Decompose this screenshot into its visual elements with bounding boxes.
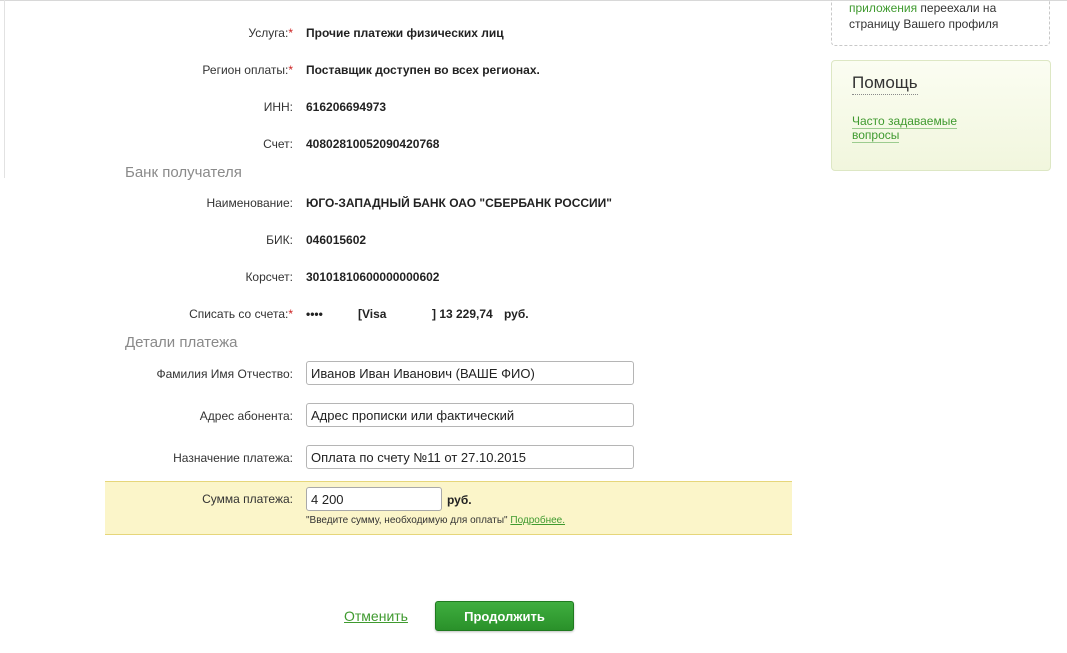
amount-hint: "Введите сумму, необходимую для оплаты" … <box>306 515 566 526</box>
cancel-link[interactable]: Отменить <box>344 608 408 624</box>
fio-label: Фамилия Имя Отчество: <box>156 367 294 381</box>
details-section-title: Детали платежа <box>125 334 238 351</box>
debit-account-label: Списать со счета:* <box>189 307 293 321</box>
continue-button[interactable]: Продолжить <box>435 601 574 631</box>
debit-card-mask[interactable]: •••• <box>306 304 323 324</box>
faq-link[interactable]: Часто задаваемые вопросы <box>852 114 1002 143</box>
purpose-input[interactable] <box>306 445 634 469</box>
amount-currency: руб. <box>447 493 472 507</box>
purpose-label: Назначение платежа: <box>173 451 293 465</box>
bik-value: 046015602 <box>306 233 367 247</box>
bank-name-value: ЮГО-ЗАПАДНЫЙ БАНК ОАО "СБЕРБАНК РОССИИ" <box>306 196 612 210</box>
account-value: 40802810052090420768 <box>306 137 440 151</box>
bank-section-title: Банк получателя <box>125 164 242 181</box>
service-value: Прочие платежи физических лиц <box>306 26 504 40</box>
corr-account-value: 30101810600000000602 <box>306 270 440 284</box>
debit-card-balance[interactable]: ] 13 229,74 <box>432 304 493 324</box>
apps-link[interactable]: приложения <box>849 1 917 15</box>
amount-input[interactable] <box>306 487 442 511</box>
address-input[interactable] <box>306 403 634 427</box>
corr-account-label: Корсчет: <box>245 270 293 284</box>
service-label: Услуга:* <box>248 26 293 40</box>
fio-input[interactable] <box>306 361 634 385</box>
account-label: Счет: <box>263 137 293 151</box>
address-label: Адрес абонента: <box>199 409 293 423</box>
region-value: Поставщик доступен во всех регионах. <box>306 63 540 77</box>
more-info-link[interactable]: Подробнее. <box>510 515 565 526</box>
debit-currency: руб. <box>504 307 529 321</box>
inn-label: ИНН: <box>263 100 293 114</box>
bik-label: БИК: <box>266 233 293 247</box>
help-title: Помощь <box>852 73 918 95</box>
bank-name-label: Наименование: <box>206 196 293 210</box>
amount-label: Сумма платежа: <box>202 492 293 506</box>
region-label: Регион оплаты:* <box>202 63 293 77</box>
inn-value: 616206694973 <box>306 100 387 114</box>
debit-card-type[interactable]: [Visa <box>358 304 386 324</box>
profile-notice-text: приложения переехали на страницу Вашего п… <box>849 1 999 31</box>
